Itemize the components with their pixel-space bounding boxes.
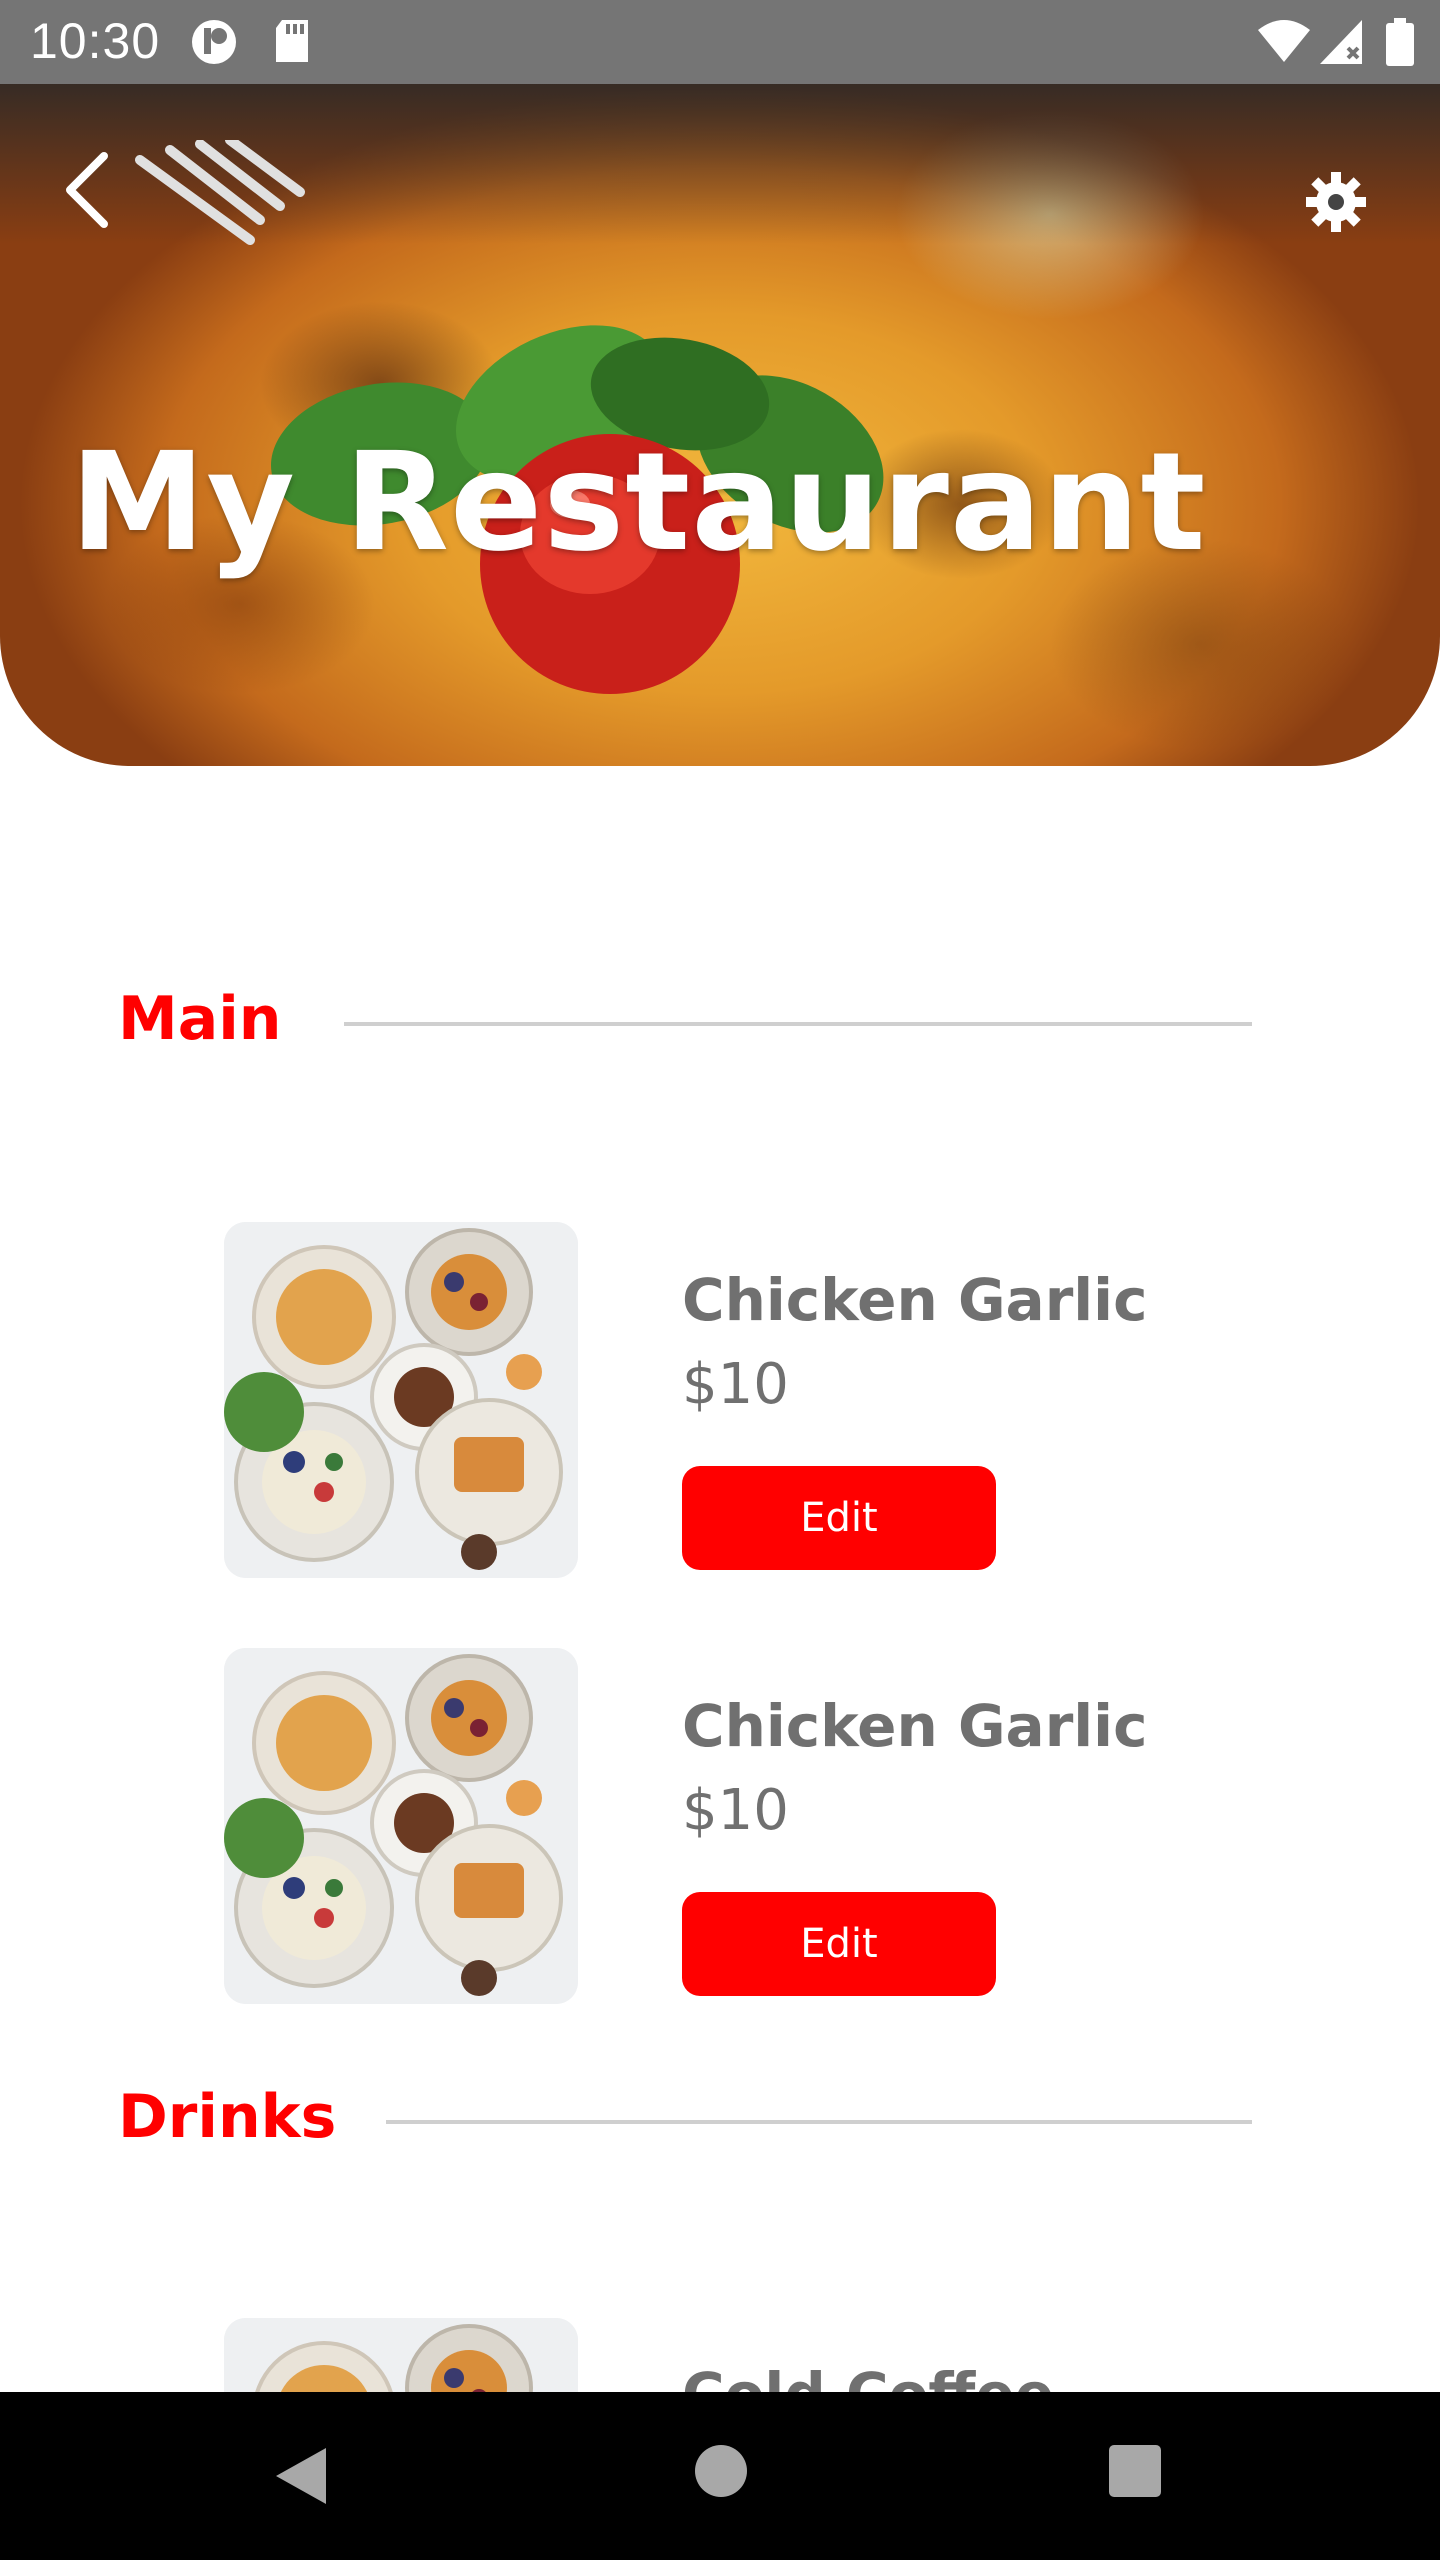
menu-item-image [224, 1222, 578, 1578]
food-platter-image [224, 1648, 578, 2004]
menu-item-image [224, 1648, 578, 2004]
menu-item-name: Chicken Garlic [682, 1692, 1148, 1760]
home-circle-icon[interactable] [694, 2444, 748, 2498]
edit-button[interactable]: Edit [682, 1892, 996, 1996]
fork-icon [135, 140, 305, 245]
section-title-drinks: Drinks [118, 2082, 337, 2152]
page-title: My Restaurant [70, 424, 1207, 582]
header-banner: My Restaurant [0, 84, 1440, 766]
signal-icon [1320, 20, 1362, 64]
menu-item-price: $10 [682, 1352, 789, 1417]
system-nav-bar [0, 2392, 1440, 2560]
section-divider [344, 1022, 1252, 1026]
status-bar: 10:30 [0, 0, 1440, 84]
menu-item-name: Chicken Garlic [682, 1266, 1148, 1334]
section-title-main: Main [118, 984, 282, 1054]
back-icon[interactable] [62, 150, 112, 230]
gear-icon[interactable] [1304, 170, 1368, 234]
notification-icon [192, 20, 236, 64]
status-time: 10:30 [30, 13, 161, 69]
section-divider [386, 2120, 1252, 2124]
food-platter-image [224, 1222, 578, 1578]
sd-card-icon [276, 20, 308, 62]
wifi-icon [1258, 20, 1310, 62]
back-triangle-icon[interactable] [272, 2444, 330, 2508]
battery-icon [1386, 18, 1414, 66]
edit-button[interactable]: Edit [682, 1466, 996, 1570]
recents-square-icon[interactable] [1108, 2444, 1162, 2498]
menu-item-price: $10 [682, 1778, 789, 1843]
